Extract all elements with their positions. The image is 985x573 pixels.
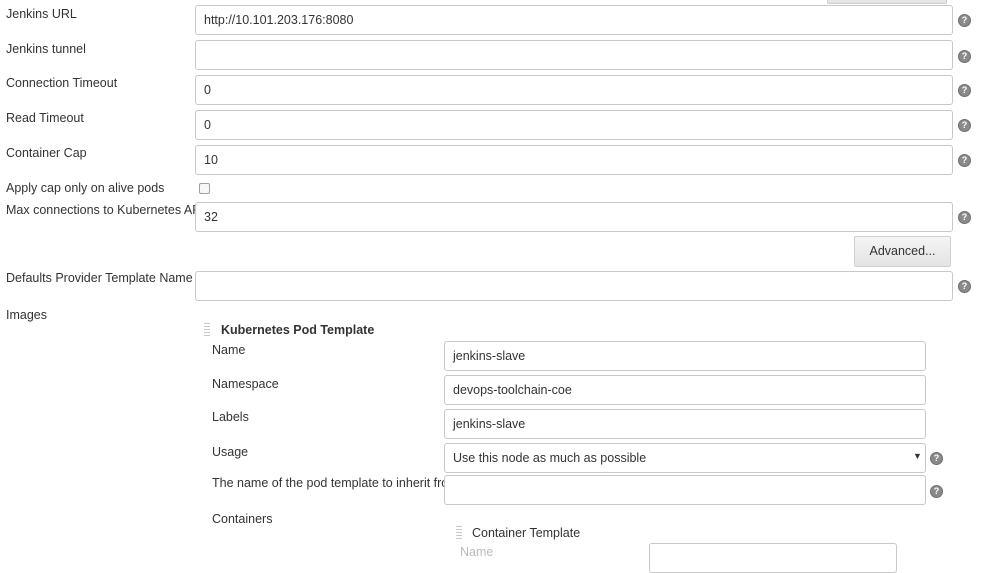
- container-template-header: Container Template: [472, 526, 581, 540]
- connection-timeout-input[interactable]: 0: [195, 75, 953, 105]
- drag-handle-icon[interactable]: [456, 526, 462, 540]
- apply-cap-label: Apply cap only on alive pods: [6, 181, 165, 195]
- defaults-provider-label: Defaults Provider Template Name: [6, 271, 193, 285]
- max-connections-label: Max connections to Kubernetes API: [6, 203, 205, 217]
- help-icon[interactable]: [958, 119, 971, 132]
- apply-cap-checkbox[interactable]: [199, 183, 210, 194]
- help-icon[interactable]: [930, 485, 943, 498]
- read-timeout-input[interactable]: 0: [195, 110, 953, 140]
- help-icon[interactable]: [958, 14, 971, 27]
- container-cap-input[interactable]: 10: [195, 145, 953, 175]
- help-icon[interactable]: [958, 211, 971, 224]
- inherit-input[interactable]: [444, 475, 926, 505]
- help-icon[interactable]: [958, 280, 971, 293]
- jenkins-url-label: Jenkins URL: [6, 7, 77, 21]
- labels-input[interactable]: jenkins-slave: [444, 409, 926, 439]
- max-connections-input[interactable]: 32: [195, 202, 953, 232]
- labels-label: Labels: [212, 410, 249, 424]
- namespace-label: Namespace: [212, 377, 279, 391]
- top-button[interactable]: [827, 0, 947, 4]
- jenkins-tunnel-label: Jenkins tunnel: [6, 42, 86, 56]
- advanced-button[interactable]: Advanced...: [854, 236, 951, 267]
- inherit-label: The name of the pod template to inherit …: [212, 476, 459, 490]
- pod-name-input[interactable]: jenkins-slave: [444, 341, 926, 371]
- images-label: Images: [6, 308, 47, 322]
- read-timeout-label: Read Timeout: [6, 111, 84, 125]
- help-icon[interactable]: [930, 452, 943, 465]
- namespace-input[interactable]: devops-toolchain-coe: [444, 375, 926, 405]
- pod-name-label: Name: [212, 343, 246, 357]
- help-icon[interactable]: [958, 154, 971, 167]
- dropdown-caret-icon[interactable]: ▼: [913, 451, 922, 461]
- jenkins-tunnel-input[interactable]: [195, 40, 953, 70]
- container-name-label: Name: [460, 545, 494, 559]
- pod-template-header: Kubernetes Pod Template: [221, 323, 375, 337]
- help-icon[interactable]: [958, 84, 971, 97]
- defaults-provider-input[interactable]: [195, 271, 953, 301]
- usage-label: Usage: [212, 445, 249, 459]
- drag-handle-icon[interactable]: [204, 323, 210, 337]
- container-cap-label: Container Cap: [6, 146, 87, 160]
- container-name-input[interactable]: [649, 543, 897, 573]
- connection-timeout-label: Connection Timeout: [6, 76, 118, 90]
- help-icon[interactable]: [958, 50, 971, 63]
- usage-select[interactable]: Use this node as much as possible: [444, 443, 926, 473]
- containers-label: Containers: [212, 512, 273, 526]
- jenkins-url-input[interactable]: http://10.101.203.176:8080: [195, 5, 953, 35]
